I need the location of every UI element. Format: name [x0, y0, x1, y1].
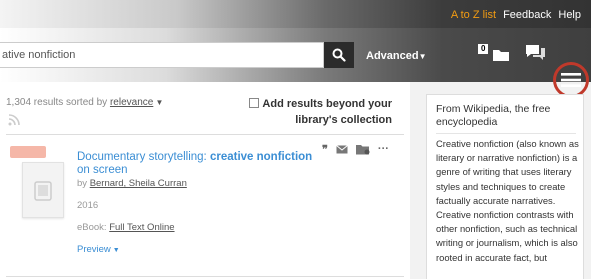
chat-icon[interactable]	[524, 44, 546, 62]
chevron-down-icon: ▼	[153, 98, 164, 107]
add-results-checkbox[interactable]	[249, 98, 260, 108]
folder-icon	[493, 50, 509, 61]
by-label: by	[77, 178, 88, 189]
hamburger-menu-icon	[561, 73, 581, 87]
wikipedia-summary: Creative nonfiction (also known as liter…	[436, 138, 579, 263]
cite-icon[interactable]: ❞	[322, 143, 328, 156]
search-band: Advanced▼ 0	[0, 28, 591, 98]
record-actions: ❞ ···	[322, 142, 402, 156]
save-folder-icon[interactable]	[355, 144, 370, 155]
results-count: 1,304 results sorted by	[6, 97, 108, 108]
ebook-label: eBook:	[77, 222, 107, 233]
title-highlight: creative nonfiction	[209, 151, 313, 163]
folder-count-badge: 0	[478, 44, 489, 54]
title-text-end: on screen	[77, 164, 128, 176]
feedback-link[interactable]: Feedback	[503, 9, 551, 21]
ebook-icon	[34, 181, 52, 201]
add-results-option[interactable]: Add results beyond your library's collec…	[222, 96, 392, 128]
record-title-link[interactable]: Documentary storytelling: creative nonfi…	[77, 151, 323, 177]
rss-icon[interactable]	[8, 114, 20, 126]
results-summary: 1,304 results sorted by relevance ▼	[6, 97, 163, 108]
chevron-down-icon: ▼	[418, 52, 427, 61]
search-icon	[332, 48, 346, 62]
wikipedia-title: From Wikipedia, the free encyclopedia	[436, 103, 551, 128]
search-button[interactable]	[324, 42, 354, 68]
sort-dropdown[interactable]: relevance	[110, 97, 153, 108]
result-record: Documentary storytelling: creative nonfi…	[0, 136, 410, 276]
email-icon[interactable]	[336, 144, 348, 154]
preview-label: Preview	[77, 244, 111, 255]
divider	[436, 133, 576, 134]
record-format: eBook: Full Text Online	[77, 222, 175, 233]
main-menu-button[interactable]	[553, 62, 589, 98]
record-author: by Bernard, Sheila Curran	[77, 178, 187, 189]
results-panel: 1,304 results sorted by relevance ▼ Add …	[0, 82, 410, 279]
format-badge	[10, 146, 46, 158]
author-link[interactable]: Bernard, Sheila Curran	[90, 178, 187, 189]
search-input[interactable]	[0, 42, 324, 68]
wikipedia-panel: From Wikipedia, the free encyclopedia Cr…	[426, 94, 584, 279]
add-results-label: Add results beyond your library's collec…	[262, 98, 392, 126]
divider	[6, 276, 404, 277]
atoz-list-link[interactable]: A to Z list	[451, 9, 496, 21]
full-text-link[interactable]: Full Text Online	[109, 222, 174, 233]
more-icon[interactable]: ···	[378, 143, 389, 155]
title-text: Documentary storytelling:	[77, 151, 210, 163]
advanced-search-link[interactable]: Advanced▼	[366, 50, 427, 62]
book-thumbnail[interactable]	[22, 162, 64, 218]
top-utility-bar: A to Z list Feedback Help	[0, 0, 591, 28]
record-year: 2016	[77, 200, 99, 211]
advanced-label: Advanced	[366, 50, 419, 62]
saved-items-folder[interactable]: 0	[478, 42, 512, 68]
utility-links: A to Z list Feedback Help	[451, 9, 581, 21]
divider	[6, 134, 404, 135]
chevron-down-icon: ▼	[110, 247, 120, 254]
preview-toggle[interactable]: Preview ▼	[77, 244, 120, 255]
help-link[interactable]: Help	[558, 9, 581, 21]
